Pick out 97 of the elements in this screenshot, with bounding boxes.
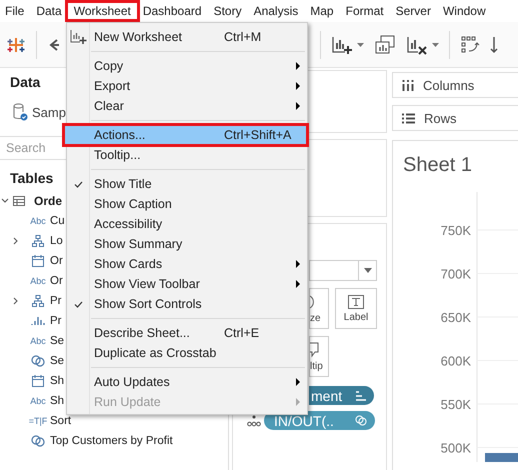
table-name[interactable]: Orde	[34, 194, 62, 208]
submenu-arrow-icon	[296, 398, 300, 406]
field-name[interactable]: Pr	[50, 295, 62, 307]
caret-icon[interactable]	[432, 42, 439, 46]
chevron-down-icon[interactable]	[1, 197, 9, 205]
menu-item[interactable]: Show Title	[67, 174, 307, 194]
menu-item[interactable]: Duplicate as Crosstab	[67, 343, 307, 363]
section-title: Tables	[10, 169, 54, 188]
bar	[485, 453, 518, 462]
field-name[interactable]: Cu	[50, 215, 65, 227]
speech-bubble-icon	[310, 342, 320, 358]
menu-title[interactable]: Worksheet	[68, 3, 137, 19]
arrow-down-icon[interactable]	[490, 36, 498, 54]
database-icon	[12, 103, 28, 121]
caret-icon	[364, 268, 372, 273]
shelf[interactable]: Columns	[392, 72, 518, 98]
field-name[interactable]: Se	[50, 355, 64, 367]
axis-tick-label: 750K	[440, 223, 471, 238]
submenu-arrow-icon	[296, 102, 300, 110]
swap-icon[interactable]	[460, 34, 480, 54]
field-type-label: Abc	[30, 336, 46, 346]
field-pill[interactable]: ment	[309, 386, 374, 405]
calendar-icon	[32, 255, 44, 267]
field-name[interactable]: Sort	[50, 415, 72, 427]
bar-chart-plus-icon[interactable]	[331, 34, 353, 54]
field-name[interactable]: Or	[50, 255, 63, 267]
arrow-left-icon[interactable]	[49, 38, 59, 52]
field-name[interactable]: Sh	[50, 395, 64, 407]
menu-item[interactable]: Show View Toolbar	[67, 274, 307, 294]
bar-chart-plus-icon	[70, 29, 86, 45]
axis-tick-label: 550K	[440, 397, 471, 412]
set-icon	[31, 435, 45, 447]
submenu-arrow-icon	[296, 280, 300, 288]
axis-tick-label: 650K	[440, 310, 471, 325]
menu-item[interactable]: Accessibility	[67, 214, 307, 234]
mark-type-dropdown[interactable]	[309, 260, 377, 281]
menu-item[interactable]: Copy	[67, 56, 307, 76]
menu-item[interactable]: Describe Sheet... Ctrl+E	[67, 323, 307, 343]
menu-item[interactable]: Show Caption	[67, 194, 307, 214]
menu-item[interactable]: Show Summary	[67, 234, 307, 254]
field-name[interactable]: Pr	[50, 315, 62, 327]
menu-item[interactable]: Actions... Ctrl+Shift+A	[64, 125, 307, 145]
hierarchy-icon	[32, 295, 44, 307]
hierarchy-icon	[32, 235, 44, 247]
menu-title[interactable]: Analysis	[248, 3, 304, 19]
chevron-right-icon[interactable]	[12, 237, 20, 245]
columns-icon	[402, 80, 414, 90]
menu-item[interactable]: Export	[67, 76, 307, 96]
bar-chart-stack-icon[interactable]	[374, 34, 396, 54]
text-box-icon	[348, 294, 364, 308]
set-icon	[31, 355, 45, 367]
tooltip-button[interactable]: ltip	[309, 336, 329, 377]
data-source-name[interactable]: Samp	[32, 104, 66, 120]
field-name[interactable]: Top Customers by Profit	[50, 435, 173, 447]
calendar-icon	[32, 375, 44, 387]
bar-chart-x-icon[interactable]	[406, 34, 428, 54]
field-name[interactable]: Se	[50, 335, 64, 347]
menu-title[interactable]: Data	[30, 3, 68, 19]
menu-title[interactable]: Server	[390, 3, 437, 19]
menu-item[interactable]: Auto Updates	[67, 372, 307, 392]
histogram-icon	[31, 316, 45, 326]
axis-tick-label: 500K	[440, 440, 471, 456]
menu-item[interactable]: Show Cards	[67, 254, 307, 274]
submenu-arrow-icon	[296, 62, 300, 70]
field-type-label: Abc	[30, 216, 46, 226]
size-button[interactable]: ze	[309, 288, 329, 329]
axis-tick-label: 600K	[440, 354, 471, 368]
rows-icon	[402, 112, 415, 124]
menu-title[interactable]: File	[0, 3, 30, 19]
submenu-arrow-icon	[296, 82, 300, 90]
field-name[interactable]: Lo	[50, 235, 63, 247]
field-name[interactable]: Or	[50, 275, 63, 287]
chevron-right-icon[interactable]	[12, 297, 20, 305]
menu-title[interactable]: Map	[304, 3, 340, 19]
menu-item[interactable]: Tooltip...	[67, 145, 307, 165]
submenu-arrow-icon	[296, 260, 300, 268]
pane-title: Data	[10, 73, 40, 92]
label-button[interactable]: Label	[335, 288, 377, 329]
field-type-label: =T|F	[28, 416, 48, 426]
menu-title[interactable]: Format	[340, 3, 390, 19]
dots-icon	[247, 414, 261, 426]
sheet-title: Sheet 1	[403, 154, 473, 177]
table-icon	[13, 196, 25, 206]
caret-icon[interactable]	[357, 42, 364, 46]
set-icon	[355, 415, 367, 426]
field-name[interactable]: Sh	[50, 375, 64, 387]
sort-icon	[355, 390, 366, 400]
menu-title[interactable]: Dashboard	[136, 3, 208, 19]
submenu-arrow-icon	[296, 378, 300, 386]
menu-item[interactable]: Clear	[67, 96, 307, 116]
menu-item[interactable]: Show Sort Controls	[67, 294, 307, 314]
field-type-label: Abc	[30, 276, 46, 286]
menu-title[interactable]: Story	[208, 3, 248, 19]
menu-title[interactable]: Window	[436, 3, 492, 19]
axis-tick-label: 700K	[440, 266, 471, 282]
field-type-label: Abc	[30, 396, 46, 406]
shelf[interactable]: Rows	[392, 105, 518, 131]
